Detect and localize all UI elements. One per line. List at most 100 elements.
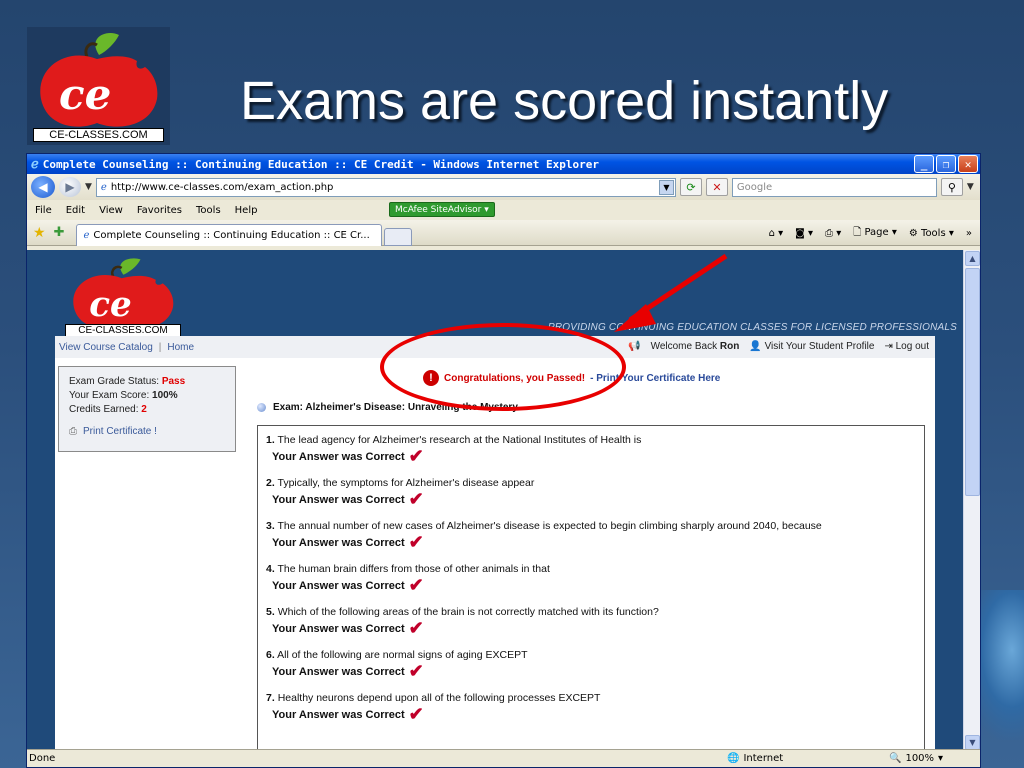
highlight-ellipse (380, 323, 626, 411)
url-field[interactable]: ℯ http://www.ce-classes.com/exam_action.… (95, 177, 676, 197)
search-icon[interactable]: ⚲ (940, 178, 963, 196)
stop-button[interactable]: ✕ (705, 178, 728, 196)
question-body: Which of the following areas of the brai… (277, 606, 659, 618)
close-button[interactable]: ✕ (958, 155, 978, 173)
question-number: 2. (266, 477, 275, 489)
checkmark-icon: ✔ (408, 489, 424, 509)
status-bar: Done 🌐 Internet 🔍 100% ▾ (27, 749, 980, 767)
grade-status-row: Exam Grade Status: Pass (69, 375, 225, 389)
url-text: http://www.ce-classes.com/exam_action.ph… (110, 181, 334, 193)
answer-result: Your Answer was Correct ✔ (272, 576, 916, 594)
question-number: 7. (266, 692, 275, 704)
welcome-label: Welcome Back (650, 341, 718, 352)
url-dropdown-icon[interactable]: ▼ (658, 179, 674, 195)
question-body: Healthy neurons depend upon all of the f… (277, 692, 601, 704)
home-icon[interactable]: ⌂ ▾ (769, 228, 784, 239)
security-zone: 🌐 Internet (727, 753, 783, 764)
back-button[interactable]: ◀ (31, 176, 55, 198)
restore-button[interactable]: ❐ (936, 155, 956, 173)
logout-link[interactable]: ⇥ Log out (884, 341, 929, 352)
menu-help[interactable]: Help (235, 205, 258, 216)
checkmark-icon: ✔ (408, 704, 424, 724)
vertical-scrollbar[interactable]: ▲ ▼ (963, 250, 980, 751)
feeds-icon[interactable]: ◙ ▾ (795, 228, 813, 239)
question-text: 2. Typically, the symptoms for Alzheimer… (266, 477, 916, 490)
question-body: The human brain differs from those of ot… (277, 563, 550, 575)
zoom-control[interactable]: 🔍 100% ▾ (889, 753, 943, 764)
menu-view[interactable]: View (99, 205, 123, 216)
question-text: 6. All of the following are normal signs… (266, 649, 916, 662)
question-body: All of the following are normal signs of… (277, 649, 528, 661)
svg-text:ce: ce (59, 70, 111, 119)
chevron-more-icon[interactable]: » (966, 228, 972, 239)
browser-window: ℯ Complete Counseling :: Continuing Educ… (26, 153, 981, 768)
grade-status-value: Pass (161, 376, 186, 387)
question-number: 5. (266, 606, 275, 618)
menu-edit[interactable]: Edit (66, 205, 85, 216)
list-item: 6. All of the following are normal signs… (266, 649, 916, 680)
checkmark-icon: ✔ (408, 446, 424, 466)
slide-title: Exams are scored instantly (240, 71, 889, 131)
credits-value: 2 (141, 404, 147, 415)
mcafee-button[interactable]: McAfee SiteAdvisor ▾ (389, 202, 495, 217)
history-dropdown-icon[interactable]: ▼ (85, 182, 92, 192)
list-item: 2. Typically, the symptoms for Alzheimer… (266, 477, 916, 509)
command-bar: ⌂ ▾ ◙ ▾ ⎙ ▾ 🗋 Page ▾ ⚙ Tools ▾ » (769, 225, 972, 242)
site-logo[interactable]: ce CE-CLASSES.COM (59, 256, 187, 338)
menu-bar: File Edit View Favorites Tools Help McAf… (27, 200, 980, 220)
window-titlebar: ℯ Complete Counseling :: Continuing Educ… (27, 154, 980, 174)
favorites-star-icon[interactable]: ★ (33, 225, 46, 241)
scroll-up-icon[interactable]: ▲ (965, 251, 980, 266)
tab-page-icon: ℯ (83, 229, 90, 241)
search-input[interactable]: Google (731, 177, 937, 197)
course-catalog-link[interactable]: View Course Catalog (59, 342, 153, 353)
menu-favorites[interactable]: Favorites (137, 205, 182, 216)
forward-button[interactable]: ▶ (59, 177, 81, 197)
question-number: 4. (266, 563, 275, 575)
tab-active[interactable]: ℯ Complete Counseling :: Continuing Educ… (76, 223, 383, 246)
search-placeholder: Google (736, 181, 773, 193)
mcafee-label: McAfee SiteAdvisor (395, 204, 482, 215)
zoom-dropdown-icon: ▾ (938, 753, 944, 764)
print-icon[interactable]: ⎙ ▾ (825, 228, 841, 239)
zoom-level: 100% (905, 753, 935, 764)
grade-summary: Exam Grade Status: Pass Your Exam Score:… (58, 366, 236, 452)
question-number: 6. (266, 649, 275, 661)
scroll-down-icon[interactable]: ▼ (965, 735, 980, 750)
checkmark-icon: ✔ (408, 532, 424, 552)
answer-result: Your Answer was Correct ✔ (272, 489, 916, 509)
menu-file[interactable]: File (35, 205, 52, 216)
page-menu[interactable]: 🗋 Page ▾ (853, 225, 897, 242)
answer-label: Your Answer was Correct (272, 494, 405, 506)
answer-result: Your Answer was Correct ✔ (272, 704, 916, 724)
list-item: 1. The lead agency for Alzheimer's resea… (266, 434, 916, 466)
add-favorite-icon[interactable]: ✚ (54, 225, 65, 240)
scroll-thumb[interactable] (965, 268, 980, 496)
question-text: 3. The annual number of new cases of Alz… (266, 520, 916, 533)
favorites-bar: ★ ✚ ℯ Complete Counseling :: Continuing … (27, 220, 980, 246)
nav-separator: | (158, 341, 162, 353)
ie-icon: ℯ (31, 156, 39, 172)
answer-label: Your Answer was Correct (272, 537, 405, 549)
minimize-button[interactable]: _ (914, 155, 934, 173)
status-text: Done (29, 753, 56, 764)
answer-label: Your Answer was Correct (272, 580, 405, 592)
new-tab-button[interactable] (384, 227, 413, 246)
list-item: 5. Which of the following areas of the b… (266, 606, 916, 638)
bullet-icon (257, 403, 266, 412)
refresh-button[interactable]: ⟳ (679, 178, 702, 196)
tools-menu[interactable]: ⚙ Tools ▾ (909, 228, 954, 239)
user-name: Ron (719, 341, 740, 352)
answer-result: Your Answer was Correct ✔ (272, 532, 916, 552)
student-profile-link[interactable]: 👤 Visit Your Student Profile (749, 341, 874, 352)
print-certificate-link[interactable]: ⎙ Print Certificate ! (69, 425, 225, 439)
search-options-icon[interactable]: ▼ (967, 182, 974, 192)
question-number: 1. (266, 434, 275, 446)
credits-label: Credits Earned: (69, 404, 139, 415)
menu-tools[interactable]: Tools (196, 205, 221, 216)
home-link[interactable]: Home (167, 342, 194, 353)
list-item: 4. The human brain differs from those of… (266, 563, 916, 594)
question-body: The annual number of new cases of Alzhei… (277, 520, 822, 532)
answer-label: Your Answer was Correct (272, 451, 405, 463)
checkmark-icon: ✔ (408, 618, 424, 638)
